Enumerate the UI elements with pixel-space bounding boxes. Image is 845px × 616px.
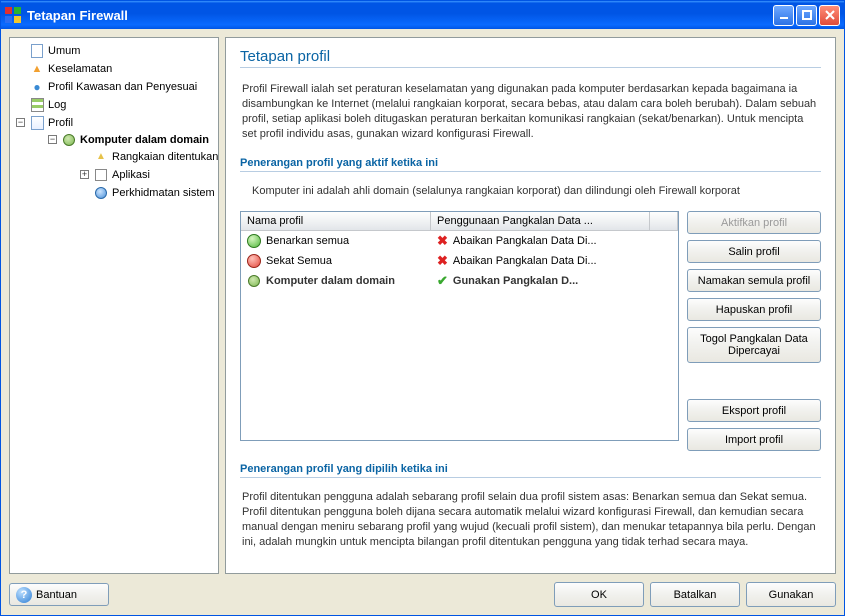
list-row[interactable]: Komputer dalam domain ✔Gunakan Pangkalan… (241, 271, 678, 291)
apply-button[interactable]: Gunakan (746, 582, 836, 607)
tree-item-zone-adapter[interactable]: Profil Kawasan dan Penyesuai (12, 78, 216, 96)
list-body: Benarkan semua ✖Abaikan Pangkalan Data D… (241, 231, 678, 440)
window: Tetapan Firewall Umum K (0, 0, 845, 616)
expand-icon[interactable]: + (80, 170, 89, 179)
rename-profile-button[interactable]: Namakan semula profil (687, 269, 821, 292)
allow-icon (247, 234, 261, 248)
header-name[interactable]: Nama profil (241, 212, 431, 230)
cross-icon: ✖ (437, 233, 448, 249)
tree-item-profile[interactable]: − Profil − Komputer dalam domain Rangkai… (12, 114, 216, 204)
main-panel: Tetapan profil Profil Firewall ialah set… (225, 37, 836, 574)
window-title: Tetapan Firewall (27, 8, 128, 23)
selected-profile-heading: Penerangan profil yang dipilih ketika in… (240, 463, 821, 478)
help-button[interactable]: ? Bantuan (9, 583, 109, 606)
profile-buttons: Aktifkan profil Salin profil Namakan sem… (687, 211, 821, 451)
close-button[interactable] (819, 5, 840, 26)
minimize-icon (779, 10, 789, 20)
globe-icon (30, 80, 44, 94)
activate-profile-button[interactable]: Aktifkan profil (687, 211, 821, 234)
minimize-button[interactable] (773, 5, 794, 26)
import-profile-button[interactable]: Import profil (687, 428, 821, 451)
maximize-button[interactable] (796, 5, 817, 26)
help-icon: ? (16, 587, 32, 603)
header-spacer (650, 212, 678, 230)
titlebar[interactable]: Tetapan Firewall (1, 1, 844, 29)
service-icon (94, 186, 108, 200)
cross-icon: ✖ (437, 253, 448, 269)
doc-icon (30, 44, 44, 58)
tree-item-system-services[interactable]: Perkhidmatan sistem (76, 184, 216, 202)
profile-icon (30, 116, 44, 130)
network-icon (94, 150, 108, 164)
tree-item-security[interactable]: Keselamatan (12, 60, 216, 78)
check-icon: ✔ (437, 273, 448, 289)
tree-item-applications[interactable]: + Aplikasi (76, 166, 216, 184)
active-profile-desc: Komputer ini adalah ahli domain (selalun… (242, 184, 819, 199)
header-db[interactable]: Penggunaan Pangkalan Data ... (431, 212, 650, 230)
collapse-icon[interactable]: − (16, 118, 25, 127)
intro-text: Profil Firewall ialah set peraturan kese… (242, 82, 819, 141)
tree-item-general[interactable]: Umum (12, 42, 216, 60)
sidebar-panel: Umum Keselamatan Profil Kawasan dan Peny… (9, 37, 219, 574)
list-header: Nama profil Penggunaan Pangkalan Data ..… (241, 212, 678, 231)
export-profile-button[interactable]: Eksport profil (687, 399, 821, 422)
page-title: Tetapan profil (240, 48, 821, 65)
delete-profile-button[interactable]: Hapuskan profil (687, 298, 821, 321)
cancel-button[interactable]: Batalkan (650, 582, 740, 607)
copy-profile-button[interactable]: Salin profil (687, 240, 821, 263)
tree-item-domain-computer[interactable]: − Komputer dalam domain Rangkaian ditent… (44, 131, 216, 203)
toggle-trusted-db-button[interactable]: Togol Pangkalan Data Dipercayai (687, 327, 821, 363)
list-row[interactable]: Benarkan semua ✖Abaikan Pangkalan Data D… (241, 231, 678, 251)
user-icon (62, 133, 76, 147)
tree-item-log[interactable]: Log (12, 96, 216, 114)
maximize-icon (802, 10, 812, 20)
collapse-icon[interactable]: − (48, 135, 57, 144)
user-icon (247, 274, 261, 288)
tree-item-defined-networks[interactable]: Rangkaian ditentukan (76, 148, 216, 166)
active-profile-heading: Penerangan profil yang aktif ketika ini (240, 157, 821, 172)
ok-button[interactable]: OK (554, 582, 644, 607)
app-icon (94, 168, 108, 182)
dialog-footer: ? Bantuan OK Batalkan Gunakan (9, 580, 836, 607)
profile-list[interactable]: Nama profil Penggunaan Pangkalan Data ..… (240, 211, 679, 441)
log-icon (30, 98, 44, 112)
selected-profile-desc: Profil ditentukan pengguna adalah sebara… (242, 490, 819, 549)
close-icon (825, 10, 835, 20)
list-row[interactable]: Sekat Semua ✖Abaikan Pangkalan Data Di..… (241, 251, 678, 271)
nav-tree: Umum Keselamatan Profil Kawasan dan Peny… (12, 42, 216, 204)
shield-icon (30, 62, 44, 76)
app-icon (5, 7, 21, 23)
block-icon (247, 254, 261, 268)
